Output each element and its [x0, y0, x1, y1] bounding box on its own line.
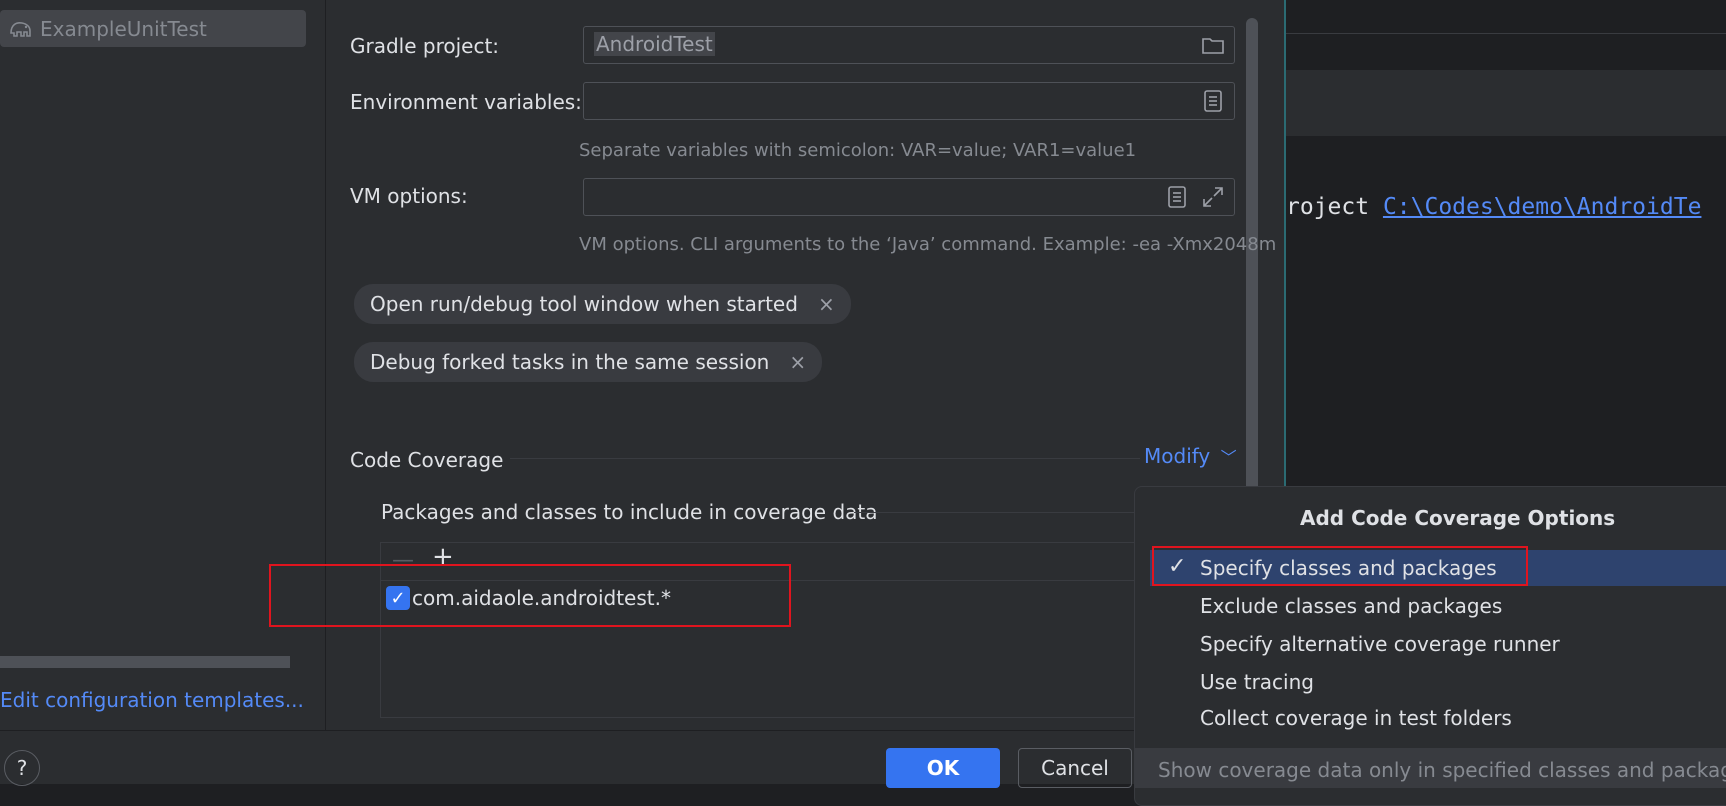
modify-label: Modify [1144, 444, 1211, 468]
chip-label: Debug forked tasks in the same session [370, 350, 770, 374]
gradle-project-field[interactable]: AndroidTest [583, 26, 1235, 64]
vm-options-label: VM options: [350, 184, 468, 208]
environment-variables-label: Environment variables: [350, 90, 582, 114]
vm-options-hint: VM options. CLI arguments to the ‘Java’ … [579, 234, 1277, 255]
popup-item-exclude-classes[interactable]: Exclude classes and packages [1200, 594, 1502, 618]
environment-variables-hint: Separate variables with semicolon: VAR=v… [579, 140, 1137, 161]
chevron-down-icon: ﹀ [1220, 448, 1237, 467]
dialog-border [1284, 0, 1286, 490]
gradle-project-label: Gradle project: [350, 34, 500, 58]
popup-item-use-tracing[interactable]: Use tracing [1200, 670, 1314, 694]
popup-item-alternative-runner[interactable]: Specify alternative coverage runner [1200, 632, 1560, 656]
modify-options-link[interactable]: Modify ﹀ [1144, 444, 1237, 468]
document-icon[interactable] [1200, 88, 1226, 114]
edit-configuration-templates-link[interactable]: Edit configuration templates... [0, 688, 304, 712]
sidebar-horizontal-scrollbar[interactable] [0, 656, 290, 668]
section-divider [510, 458, 1140, 459]
gradle-elephant-icon [10, 22, 31, 37]
cancel-button[interactable]: Cancel [1018, 748, 1132, 788]
console-prefix: roject [1286, 194, 1383, 220]
popup-footer-hint: Show coverage data only in specified cla… [1158, 758, 1726, 782]
section-divider [854, 512, 1134, 513]
gradle-project-value: AndroidTest [594, 32, 715, 56]
console-path-link[interactable]: C:\Codes\demo\AndroidTe [1383, 194, 1702, 220]
close-icon[interactable]: × [818, 292, 835, 316]
popup-item-collect-test-folders[interactable]: Collect coverage in test folders [1200, 706, 1512, 730]
highlight-box [1152, 546, 1528, 586]
console-output: roject C:\Codes\demo\AndroidTe [1286, 194, 1701, 220]
chip-open-tool-window[interactable]: Open run/debug tool window when started … [354, 284, 851, 324]
environment-variables-field[interactable] [583, 82, 1235, 120]
highlight-box [269, 564, 791, 627]
form-vertical-scrollbar[interactable] [1246, 18, 1258, 492]
ok-button[interactable]: OK [886, 748, 1000, 788]
popup-title: Add Code Coverage Options [1300, 506, 1616, 530]
chip-debug-forked-tasks[interactable]: Debug forked tasks in the same session × [354, 342, 823, 382]
folder-icon[interactable] [1200, 32, 1226, 58]
code-coverage-section-title: Code Coverage [350, 448, 504, 472]
help-button[interactable]: ? [4, 750, 40, 786]
editor-tab-strip [1286, 0, 1726, 34]
expand-icon[interactable] [1200, 184, 1226, 210]
tree-item-example-unit-test[interactable]: ExampleUnitTest [0, 10, 306, 47]
chip-label: Open run/debug tool window when started [370, 292, 798, 316]
packages-include-label: Packages and classes to include in cover… [381, 500, 878, 524]
document-icon[interactable] [1164, 184, 1190, 210]
editor-toolbar [1286, 70, 1726, 136]
tree-item-label: ExampleUnitTest [40, 16, 207, 41]
vm-options-field[interactable] [583, 178, 1235, 216]
close-icon[interactable]: × [789, 350, 806, 374]
